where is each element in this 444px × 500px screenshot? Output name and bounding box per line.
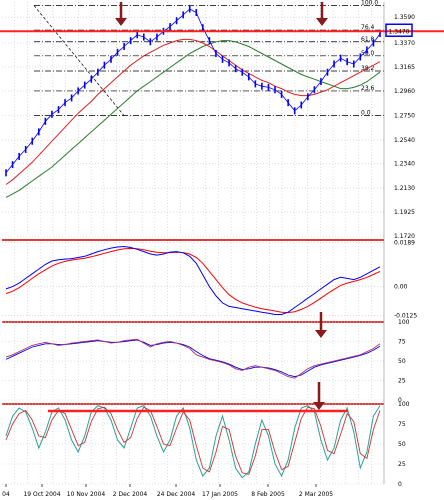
stochastic-ytick-label: 25	[398, 461, 406, 468]
stochastic-ytick-label: 50	[398, 441, 406, 448]
fib-level-label: 23.6	[361, 85, 375, 92]
x-tick-label: 10 Nov 2004	[67, 491, 106, 498]
price-ytick-label: 1.3165	[394, 64, 415, 71]
stochastic-ytick-label: 0	[398, 481, 402, 488]
fib-level-label: 61.8	[361, 36, 375, 43]
price-arrow-left-head	[115, 18, 127, 26]
chart-canvas: 1.3590 1.3370 1.3165 1.2960 1.2750 1.2540 1.23…	[0, 0, 444, 500]
rsi-ytick-label: 50	[398, 358, 406, 365]
price-panel	[14, 2, 372, 236]
current-price-label: 1.3470	[389, 28, 410, 35]
x-tick-label: 19 Oct 2004	[23, 491, 60, 498]
price-ytick-label: 1.3370	[394, 40, 415, 47]
x-tick-label: 24 Dec 2004	[157, 491, 196, 498]
technical-chart: 1.3590 1.3370 1.3165 1.2960 1.2750 1.2540 1.23…	[0, 0, 444, 500]
rsi-arrow-head	[315, 330, 327, 338]
x-tick-label: 2 Dec 2004	[113, 491, 148, 498]
price-ytick-label: 1.2960	[394, 88, 415, 95]
x-tick-label: 17 Jan 2005	[202, 491, 238, 498]
macd-ytick-label: 0.0189	[394, 240, 415, 247]
fib-level-label: 50.0	[361, 50, 375, 57]
price-ytick-label: 1.2340	[394, 160, 415, 167]
rsi-ytick-label: 75	[398, 339, 406, 346]
x-tick-label: 8 Feb 2005	[251, 491, 285, 498]
stochastic-ytick-label: 75	[398, 421, 406, 428]
price-ytick-label: 1.3590	[394, 14, 415, 21]
price-ytick-label: 1.2750	[394, 112, 415, 119]
price-ytick-label: 1.2540	[394, 137, 415, 144]
stochastic-ytick-label: 100	[398, 401, 410, 408]
fib-level-label: 100.0	[361, 0, 378, 7]
macd-line	[5, 245, 381, 315]
fib-level-label: 0.0	[361, 109, 371, 116]
price-ytick-label: 1.2130	[394, 185, 415, 192]
macd-panel	[14, 240, 372, 318]
macd-ytick-label: 0.00	[394, 284, 408, 291]
rsi-ytick-label: 100	[398, 319, 410, 326]
fib-level-label: 76.4	[361, 24, 375, 31]
x-tick-label: 04	[2, 491, 10, 498]
price-ytick-label: 1.1925	[394, 209, 415, 216]
ma-fast-line	[5, 38, 381, 185]
rsi-ytick-label: 25	[398, 378, 406, 385]
price-arrow-right-head	[316, 18, 328, 26]
x-tick-label: 2 Mar 2005	[299, 491, 333, 498]
